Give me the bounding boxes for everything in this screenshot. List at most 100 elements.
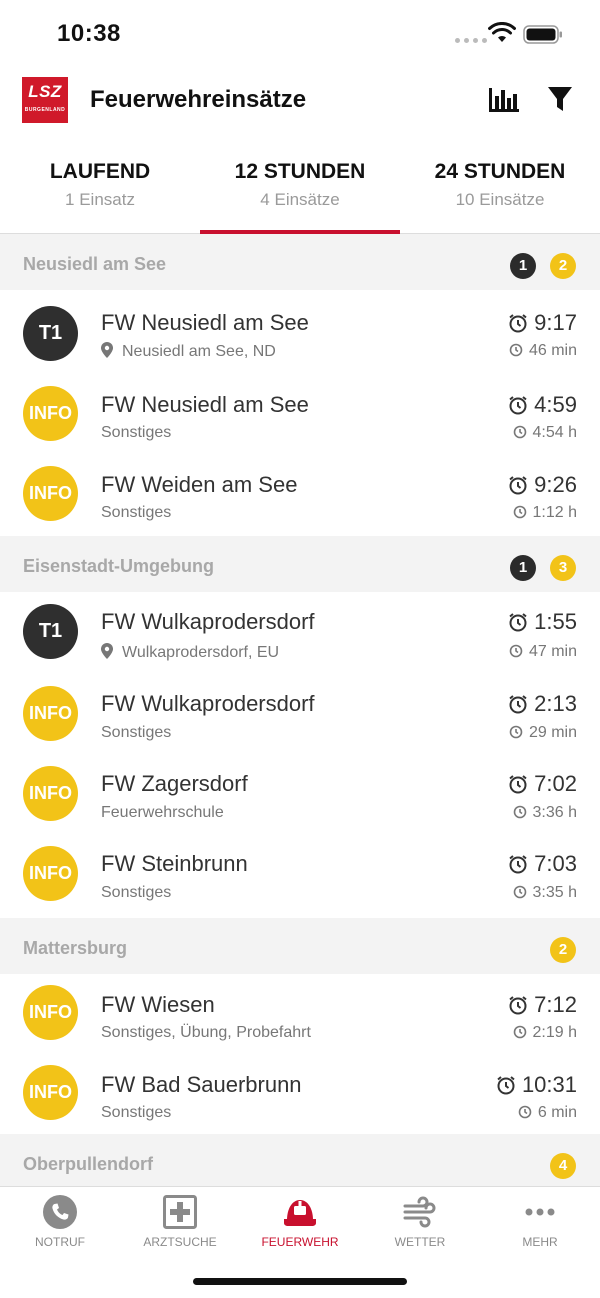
list-item[interactable]: INFO FW Steinbrunn Sonstiges 7:03 3:35 h <box>0 838 600 918</box>
elapsed-clock-icon <box>513 505 526 519</box>
incident-type: Sonstiges <box>101 424 172 441</box>
location-pin-icon <box>101 342 113 358</box>
location-text: Neusiedl am See, ND <box>101 342 276 361</box>
signal-dots-icon <box>455 38 487 43</box>
alarm-clock-icon <box>509 855 527 874</box>
elapsed-clock-icon <box>513 1025 526 1039</box>
station-name: FW Wulkaprodersdorf <box>101 609 315 634</box>
tab-24-stunden[interactable]: 24 STUNDEN 10 Einsätze <box>400 142 600 234</box>
section-header: Neusiedl am See 1 2 <box>0 234 600 290</box>
alarm-clock-icon <box>497 1076 515 1095</box>
statistics-chart-icon[interactable] <box>488 84 520 114</box>
list-item[interactable]: INFO FW Wulkaprodersdorf Sonstiges 2:13 … <box>0 678 600 758</box>
elapsed-clock-icon <box>509 725 523 739</box>
station-name: FW Weiden am See <box>101 472 298 497</box>
section-title: Eisenstadt-Umgebung <box>23 556 215 576</box>
elapsed-clock-icon <box>513 885 526 899</box>
alarm-time: 9:17 <box>508 310 577 336</box>
lsz-logo: LSZ BURGENLAND <box>22 77 68 123</box>
nav-arztsuche[interactable]: ARZTSUCHE <box>120 1187 240 1267</box>
elapsed-time: 3:35 h <box>513 884 577 902</box>
list-item[interactable]: T1 FW Wulkaprodersdorf Wulkaprodersdorf,… <box>0 592 600 678</box>
station-name: FW Neusiedl am See <box>101 310 309 335</box>
list-item[interactable]: INFO FW Wiesen Sonstiges, Übung, Probefa… <box>0 974 600 1054</box>
elapsed-time: 3:36 h <box>513 804 577 822</box>
section-title: Mattersburg <box>23 938 128 958</box>
alarm-time: 10:31 <box>496 1072 577 1098</box>
alarm-time: 4:59 <box>508 392 577 418</box>
station-name: FW Neusiedl am See <box>101 392 309 417</box>
alarm-time: 1:55 <box>508 609 577 635</box>
station-name: FW Wiesen <box>101 992 215 1017</box>
tab-laufend[interactable]: LAUFEND 1 Einsatz <box>0 142 200 234</box>
incident-type: Sonstiges <box>101 884 172 901</box>
alarm-level-badge: INFO <box>23 686 78 741</box>
nav-feuerwehr[interactable]: FEUERWEHR <box>240 1187 360 1267</box>
alarm-clock-icon <box>509 613 527 632</box>
info-count-badge: 3 <box>550 555 576 581</box>
incident-type: Sonstiges <box>101 724 172 741</box>
list-item[interactable]: INFO FW Neusiedl am See Sonstiges 4:59 4… <box>0 376 600 456</box>
alarm-clock-icon <box>509 996 527 1015</box>
station-name: FW Zagersdorf <box>101 771 248 796</box>
station-name: FW Wulkaprodersdorf <box>101 691 315 716</box>
list-item[interactable]: T1 FW Neusiedl am See Neusiedl am See, N… <box>0 290 600 376</box>
t1-count-badge: 1 <box>510 555 536 581</box>
alarm-clock-icon <box>509 314 527 333</box>
time-range-tabs: LAUFEND 1 Einsatz 12 STUNDEN 4 Einsätze … <box>0 142 600 235</box>
alarm-time: 7:02 <box>508 771 577 797</box>
incident-list[interactable]: Neusiedl am See 1 2 T1 FW Neusiedl am Se… <box>0 234 600 1190</box>
elapsed-time: 29 min <box>509 724 577 742</box>
section-title: Oberpullendorf <box>23 1154 153 1174</box>
nav-mehr[interactable]: MEHR <box>480 1187 600 1267</box>
info-count-badge: 2 <box>550 253 576 279</box>
medical-cross-icon <box>163 1195 197 1229</box>
phone-icon <box>43 1195 77 1229</box>
list-item[interactable]: INFO FW Weiden am See Sonstiges 9:26 1:1… <box>0 456 600 536</box>
alarm-level-badge: INFO <box>23 466 78 521</box>
alarm-level-badge: INFO <box>23 386 78 441</box>
app-header: LSZ BURGENLAND Feuerwehreinsätze <box>0 66 600 142</box>
elapsed-time: 6 min <box>518 1104 577 1122</box>
wind-icon <box>403 1196 436 1228</box>
home-indicator[interactable] <box>193 1278 407 1285</box>
alarm-level-badge: INFO <box>23 985 78 1040</box>
more-dots-icon <box>525 1208 555 1216</box>
list-item[interactable]: INFO FW Bad Sauerbrunn Sonstiges 10:31 6… <box>0 1054 600 1134</box>
incident-type: Sonstiges <box>101 1104 172 1121</box>
alarm-level-badge: INFO <box>23 846 78 901</box>
elapsed-clock-icon <box>509 644 523 658</box>
alarm-clock-icon <box>509 775 527 794</box>
section-header: Eisenstadt-Umgebung 1 3 <box>0 536 600 592</box>
page-title: Feuerwehreinsätze <box>90 86 307 113</box>
elapsed-time: 4:54 h <box>513 424 577 442</box>
incident-type: Feuerwehrschule <box>101 804 224 821</box>
alarm-time: 7:12 <box>508 992 577 1018</box>
nav-notruf[interactable]: NOTRUF <box>0 1187 120 1267</box>
fire-helmet-icon <box>284 1200 316 1226</box>
elapsed-time: 1:12 h <box>513 504 577 522</box>
location-text: Wulkaprodersdorf, EU <box>101 643 279 662</box>
tab-12-stunden[interactable]: 12 STUNDEN 4 Einsätze <box>200 142 400 235</box>
list-item[interactable]: INFO FW Zagersdorf Feuerwehrschule 7:02 … <box>0 758 600 838</box>
nav-wetter[interactable]: WETTER <box>360 1187 480 1267</box>
section-title: Neusiedl am See <box>23 254 167 274</box>
section-header: Oberpullendorf 4 <box>0 1134 600 1190</box>
alarm-clock-icon <box>509 396 527 415</box>
elapsed-time: 2:19 h <box>513 1024 577 1042</box>
wifi-icon <box>488 22 516 42</box>
elapsed-clock-icon <box>513 425 526 439</box>
status-time: 10:38 <box>57 20 121 47</box>
elapsed-time: 47 min <box>509 643 577 661</box>
alarm-time: 2:13 <box>508 691 577 717</box>
alarm-time: 9:26 <box>508 472 577 498</box>
station-name: FW Steinbrunn <box>101 851 248 876</box>
alarm-level-badge: INFO <box>23 766 78 821</box>
location-pin-icon <box>101 643 113 659</box>
alarm-level-badge: T1 <box>23 306 78 361</box>
info-count-badge: 2 <box>550 937 576 963</box>
station-name: FW Bad Sauerbrunn <box>101 1072 302 1097</box>
filter-icon[interactable] <box>547 84 573 114</box>
info-count-badge: 4 <box>550 1153 576 1179</box>
section-header: Mattersburg 2 <box>0 918 600 974</box>
